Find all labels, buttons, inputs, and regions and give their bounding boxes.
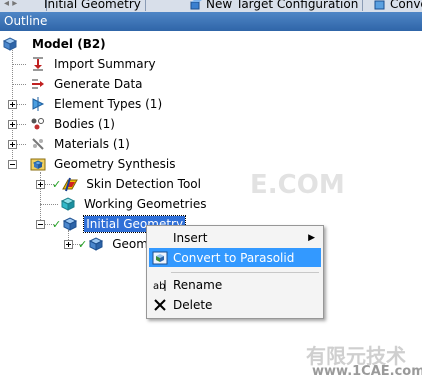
tree-node-skin-detection-tool[interactable]: ✓ Skin Detection Tool [52, 174, 203, 194]
tree-node-label: Element Types (1) [54, 97, 163, 111]
menu-item-rename[interactable]: ab Rename [149, 275, 321, 294]
tab-label: Initial Geometry [44, 0, 141, 11]
tab-label: Conve [390, 0, 422, 11]
delete-icon [152, 297, 168, 313]
tree-node-geometry-synthesis[interactable]: Geometry Synthesis [30, 154, 178, 174]
tree-node-model[interactable]: Model (B2) [2, 34, 108, 54]
initial-geometry-icon [62, 216, 78, 232]
skin-detection-icon [62, 176, 79, 192]
tree-node-label: Geom [112, 237, 148, 251]
model-icon [2, 36, 18, 52]
element-types-icon [30, 96, 46, 112]
outline-tree: Model (B2) Import Summary Generate Data … [0, 31, 422, 384]
tree-node-working-geometries[interactable]: Working Geometries [60, 194, 208, 214]
expand-bodies-button[interactable] [8, 120, 17, 129]
insert-spacer-icon [152, 230, 168, 246]
tree-node-label: Working Geometries [84, 197, 207, 211]
tree-node-label: Materials (1) [54, 137, 130, 151]
expand-materials-button[interactable] [8, 140, 17, 149]
geometry-synthesis-icon [30, 156, 46, 172]
tree-node-label: Skin Detection Tool [86, 177, 201, 191]
tab-initial-geometry[interactable]: Initial Geometry [40, 0, 146, 11]
tree-node-import-summary[interactable]: Import Summary [30, 54, 158, 74]
tree-node-element-types[interactable]: Element Types (1) [30, 94, 164, 114]
import-summary-icon [30, 56, 46, 72]
tree-line [17, 144, 26, 145]
tree-line [12, 84, 26, 85]
svg-text:ab: ab [153, 281, 165, 292]
tab-label: New Target Configuration [206, 0, 359, 11]
menu-item-label: Insert [173, 230, 208, 245]
check-icon: ✓ [52, 217, 62, 231]
convert-icon [374, 0, 386, 9]
tree-node-label: Model (B2) [32, 37, 106, 51]
tree-line [40, 204, 58, 205]
tree-node-geom[interactable]: ✓ Geom [78, 234, 150, 254]
generate-data-icon [30, 76, 46, 92]
nav-arrows-icon: ◂ ▸ [4, 0, 18, 9]
rename-icon: ab [152, 277, 168, 293]
menu-item-label: Convert to Parasolid [173, 250, 295, 265]
watermark-top: E.COM [250, 170, 345, 200]
tree-node-label: Generate Data [54, 77, 143, 91]
collapse-geometry-synthesis-button[interactable] [8, 160, 17, 169]
tree-node-generate-data[interactable]: Generate Data [30, 74, 145, 94]
tree-node-label: Bodies (1) [54, 117, 115, 131]
check-icon: ✓ [78, 237, 88, 251]
tree-line [17, 124, 26, 125]
menu-item-convert-to-parasolid[interactable]: Convert to Parasolid [149, 248, 321, 267]
tree-node-materials[interactable]: Materials (1) [30, 134, 132, 154]
tree-node-bodies[interactable]: Bodies (1) [30, 114, 117, 134]
geom-icon [88, 236, 104, 252]
tree-node-label: Geometry Synthesis [54, 157, 176, 171]
tree-line [12, 64, 26, 65]
menu-separator [171, 272, 319, 273]
menu-item-label: Delete [173, 297, 213, 312]
menu-item-delete[interactable]: Delete [149, 295, 321, 314]
context-menu: Insert ▶ Convert to Parasolid ab Rename … [146, 225, 324, 319]
tab-new-target-configuration[interactable]: New Target Configuration [186, 0, 364, 11]
convert-parasolid-icon [152, 250, 168, 266]
check-icon: ✓ [52, 177, 62, 191]
outline-header: Outline [0, 12, 422, 31]
cube-icon [190, 0, 202, 9]
collapse-initial-geometry-button[interactable] [36, 220, 45, 229]
menu-item-label: Rename [173, 277, 223, 292]
menu-item-insert[interactable]: Insert ▶ [149, 228, 321, 247]
expand-geom-button[interactable] [64, 240, 73, 249]
watermark-site: www.1CAE.com [312, 364, 422, 379]
tree-line [17, 104, 26, 105]
bodies-icon [30, 116, 46, 132]
tree-node-label: Import Summary [54, 57, 156, 71]
expand-skin-detection-button[interactable] [36, 180, 45, 189]
tab-convert[interactable]: Conve [370, 0, 422, 11]
working-geometries-icon [60, 196, 76, 212]
submenu-arrow-icon: ▶ [308, 232, 315, 243]
materials-icon [30, 136, 46, 152]
expand-element-types-button[interactable] [8, 100, 17, 109]
